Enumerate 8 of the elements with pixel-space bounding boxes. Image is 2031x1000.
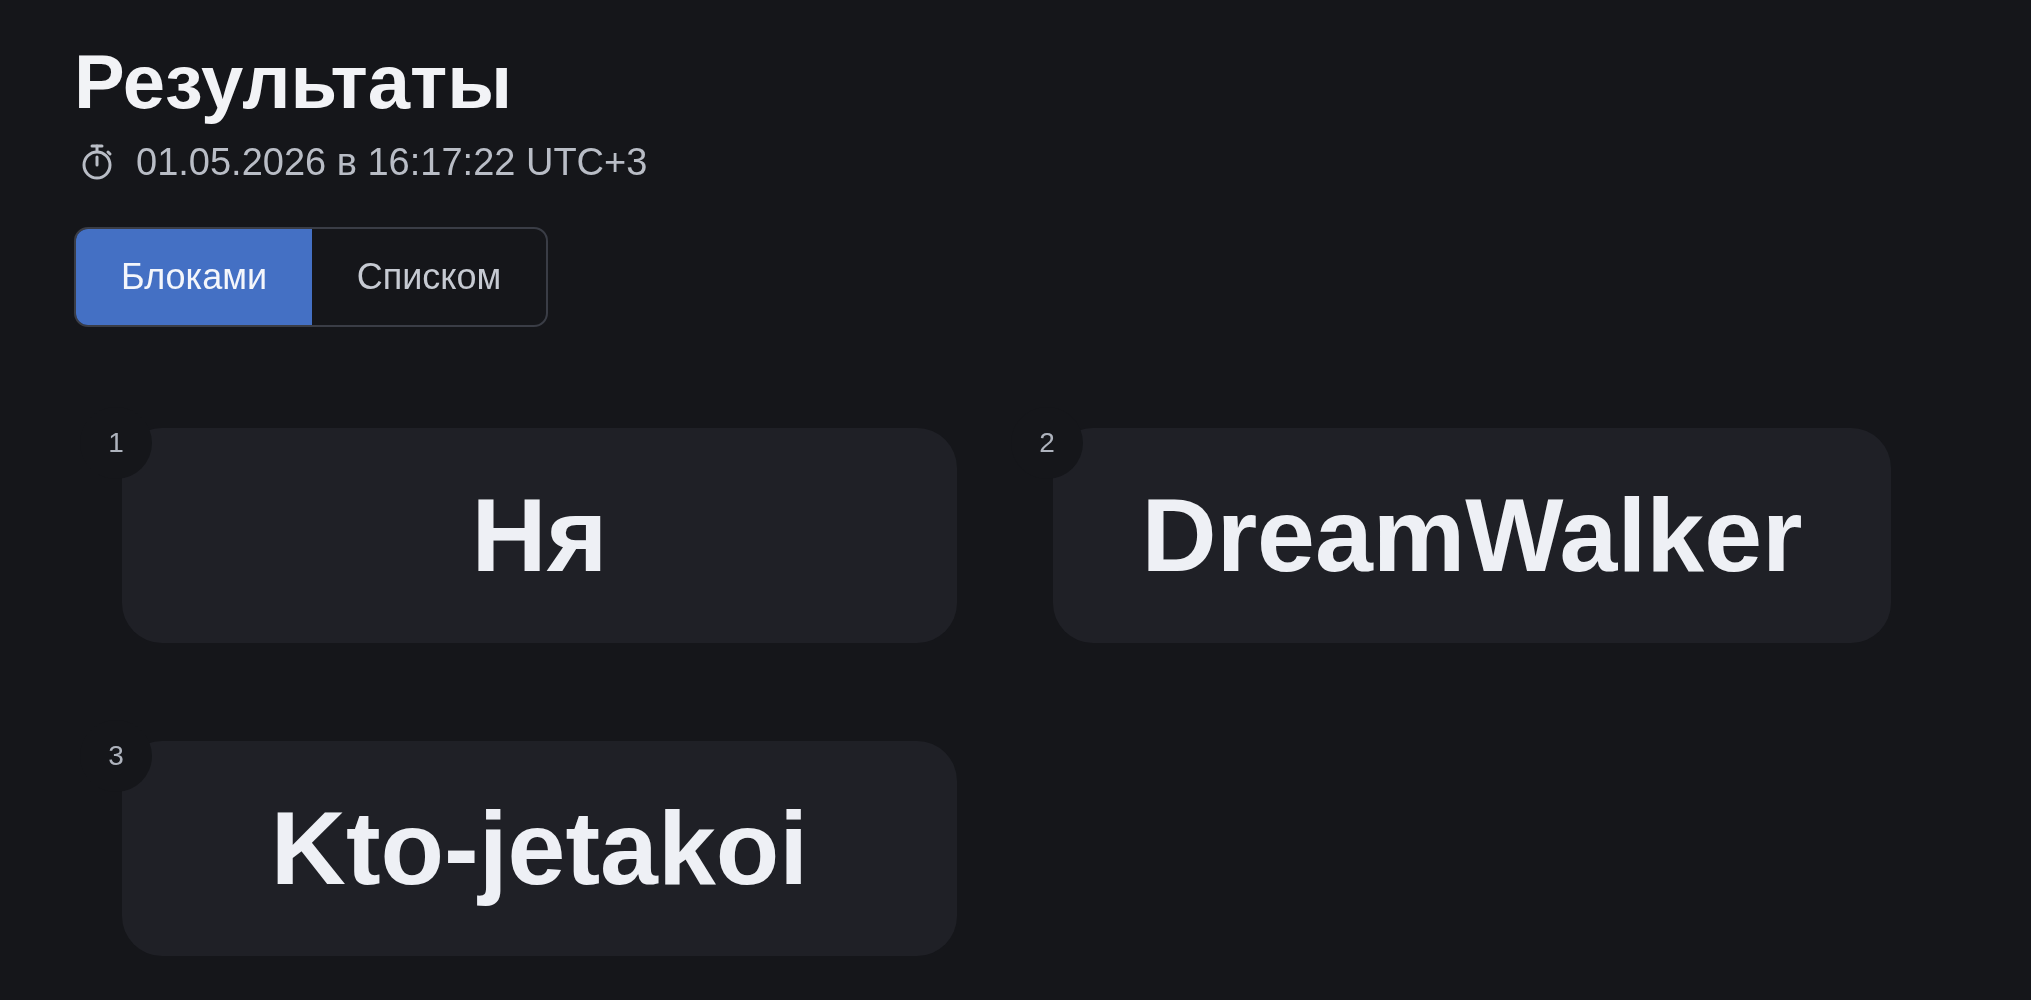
player-name: DreamWalker [1141, 478, 1803, 593]
page-title: Результаты [74, 39, 513, 125]
player-name: Kto-jetakoi [270, 791, 809, 906]
view-tab[interactable]: Списком [312, 229, 546, 325]
view-tab[interactable]: Блоками [76, 229, 312, 325]
player-name: Ня [471, 478, 608, 593]
timestamp: 01.05.2026 в 16:17:22 UTC+3 [136, 141, 648, 183]
stopwatch-icon [80, 144, 114, 180]
